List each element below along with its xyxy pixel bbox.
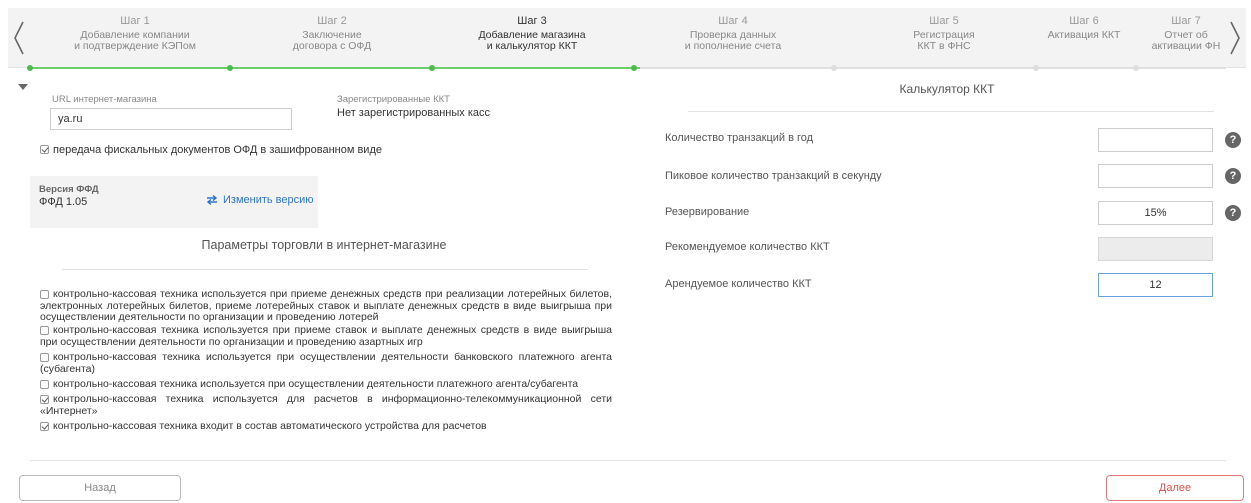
reservation-label: Резервирование [665,206,750,218]
trade-option-checkbox[interactable] [40,395,49,404]
step-6[interactable]: Шаг 6 Активация ККТ [1034,8,1134,66]
chevron-right-icon[interactable] [1224,8,1246,68]
step-7[interactable]: Шаг 7 Отчет об активации ФН [1146,8,1226,66]
peak-transactions-label: Пиковое количество транзакций в секунду [665,170,882,182]
step-number: Шаг 4 [718,15,748,27]
step-title: Отчет об активации ФН [1151,29,1221,52]
step-5[interactable]: Шаг 5 Регистрация ККТ в ФНС [884,8,1004,66]
help-icon[interactable]: ? [1225,168,1241,184]
trade-option-label: контрольно-кассовая техника используется… [40,324,612,348]
step-title: Добавление компании и подтверждение КЭПо… [74,29,196,52]
trade-option-internet[interactable]: контрольно-кассовая техника используется… [40,393,612,417]
step-number: Шаг 7 [1171,15,1201,27]
step-1[interactable]: Шаг 1 Добавление компании и подтверждени… [60,8,210,66]
back-button[interactable]: Назад [19,475,181,501]
trade-option-automatic-device[interactable]: контрольно-кассовая техника входит в сос… [40,420,612,433]
step-title: Регистрация ККТ в ФНС [913,29,975,52]
trade-option-gambling[interactable]: контрольно-кассовая техника используется… [40,324,612,348]
progress-fill [30,67,640,69]
progress-line [27,65,1226,71]
recommended-kkt-label: Рекомендуемое количество ККТ [665,241,830,253]
help-icon[interactable]: ? [1225,132,1241,148]
ffd-label: Версия ФФД [39,184,99,195]
url-label: URL интернет-магазина [52,94,157,105]
step-dot [831,65,837,71]
ffd-version-panel: Версия ФФД ФФД 1.05 Изменить версию [30,176,318,228]
collapse-toggle-icon[interactable] [18,84,28,90]
trade-option-bank-agent[interactable]: контрольно-кассовая техника используется… [40,351,612,375]
trade-option-checkbox[interactable] [40,326,49,335]
step-dot [27,65,33,71]
rented-kkt-label: Арендуемое количество ККТ [665,278,812,290]
step-number: Шаг 2 [317,15,347,27]
wizard-stepper: Шаг 1 Добавление компании и подтверждени… [8,8,1246,71]
step-dot [631,65,637,71]
trade-option-label: контрольно-кассовая техника используется… [53,378,579,390]
step-4[interactable]: Шаг 4 Проверка данных и пополнение счета [658,8,808,66]
help-icon[interactable]: ? [1225,205,1241,221]
trade-option-checkbox[interactable] [40,290,49,299]
trade-option-checkbox[interactable] [40,380,49,389]
step-dot [1133,65,1139,71]
next-button[interactable]: Далее [1106,475,1244,501]
encrypt-checkbox[interactable] [40,145,49,154]
step-number: Шаг 5 [929,15,959,27]
trade-option-checkbox[interactable] [40,353,49,362]
step-title: Добавление магазина и калькулятор ККТ [478,29,586,52]
step-dot [1033,65,1039,71]
reservation-input[interactable] [1098,201,1213,225]
change-version-link[interactable]: Изменить версию [206,194,314,206]
step-title: Заключение договора с ОФД [292,29,372,52]
step-number: Шаг 6 [1069,15,1099,27]
url-input[interactable] [50,108,292,130]
step-title: Проверка данных и пополнение счета [684,29,782,52]
transactions-per-year-input[interactable] [1098,128,1213,152]
recommended-kkt-input [1098,237,1213,261]
step-title: Активация ККТ [1047,29,1121,41]
trade-option-label: контрольно-кассовая техника используется… [40,393,612,417]
kkt-value: Нет зарегистрированных касс [337,107,491,119]
rented-kkt-input[interactable] [1098,273,1213,297]
change-version-label: Изменить версию [223,194,314,206]
footer-divider [30,460,1226,461]
encrypt-checkbox-row[interactable]: передача фискальных документов ОФД в заш… [40,144,382,156]
trade-params-title: Параметры торговли в интернет-магазине [201,238,447,252]
chevron-left-icon[interactable] [8,8,30,68]
step-2[interactable]: Шаг 2 Заключение договора с ОФД [262,8,402,66]
encrypt-checkbox-label: передача фискальных документов ОФД в заш… [53,144,382,156]
trade-option-payment-agent[interactable]: контрольно-кассовая техника используется… [40,378,612,391]
swap-icon [206,195,218,205]
ffd-value: ФФД 1.05 [39,196,88,208]
peak-transactions-input[interactable] [1098,164,1213,188]
transactions-per-year-label: Количество транзакций в год [665,132,814,144]
step-dot [429,65,435,71]
kkt-label: Зарегистрированные ККТ [337,94,450,105]
trade-option-checkbox[interactable] [40,422,49,431]
step-3[interactable]: Шаг 3 Добавление магазина и калькулятор … [456,8,608,66]
trade-option-label: контрольно-кассовая техника используется… [40,351,612,375]
step-number: Шаг 1 [120,15,150,27]
trade-option-lottery[interactable]: контрольно-кассовая техника используется… [40,288,612,324]
step-number: Шаг 3 [517,15,547,27]
divider [688,111,1214,112]
divider [62,269,588,270]
trade-option-label: контрольно-кассовая техника используется… [40,288,612,323]
calculator-title: Калькулятор ККТ [899,82,995,96]
step-dot [227,65,233,71]
trade-option-label: контрольно-кассовая техника входит в сос… [53,420,487,432]
